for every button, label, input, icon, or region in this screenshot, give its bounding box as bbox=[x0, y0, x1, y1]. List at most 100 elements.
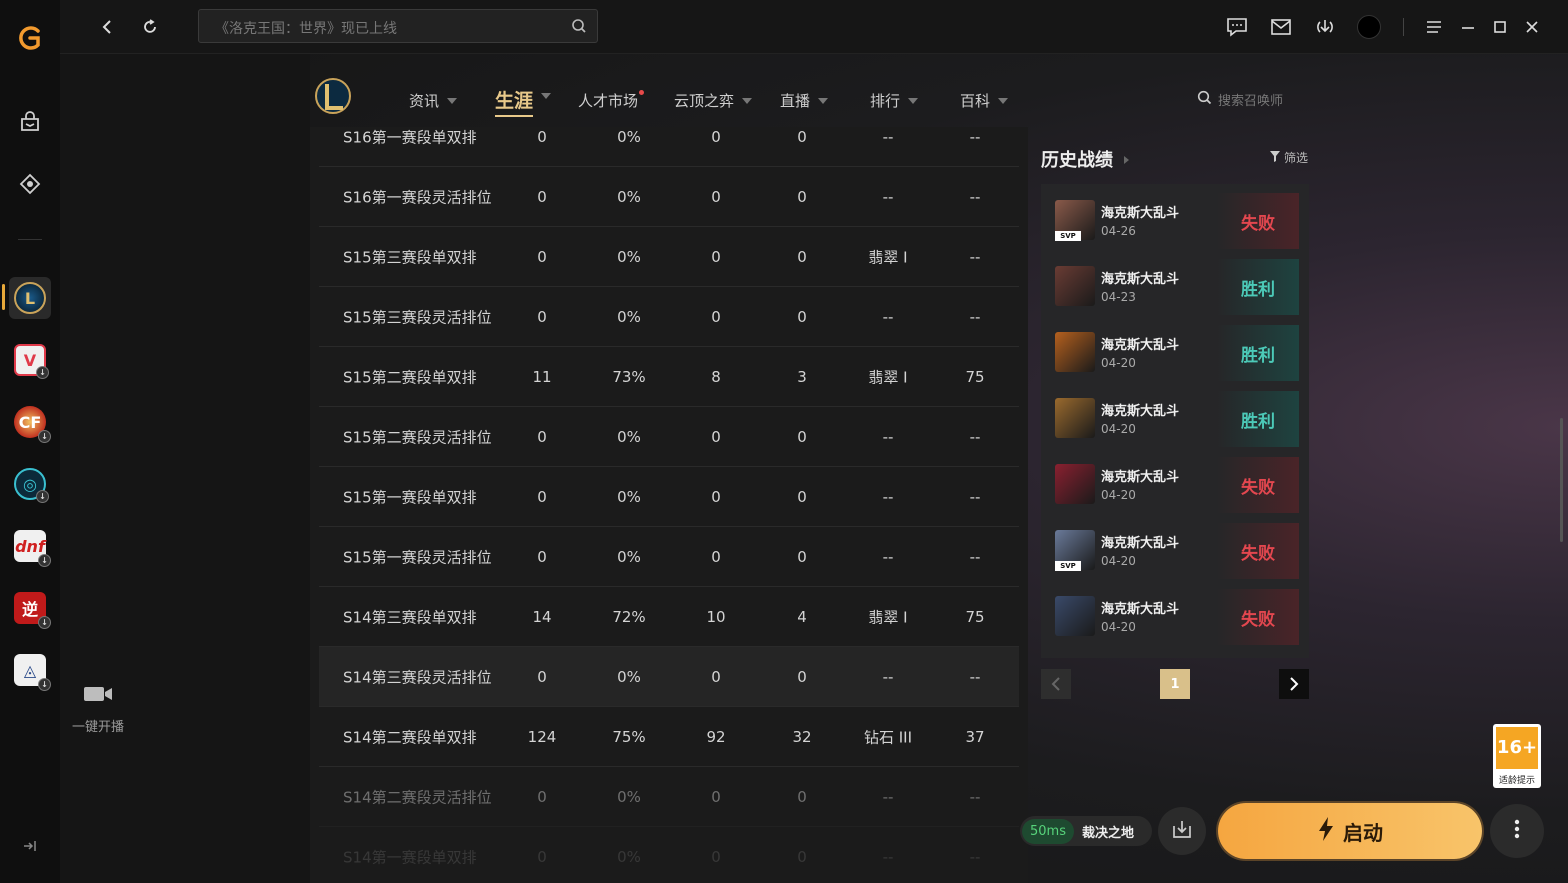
cell-text: 0% bbox=[617, 847, 641, 866]
table-row[interactable]: S15第一赛段单双排 0 0% 0 0 -- -- bbox=[319, 467, 1019, 527]
nav-tft[interactable]: 云顶之弈 bbox=[674, 90, 753, 111]
more-options-button[interactable] bbox=[1490, 804, 1544, 858]
season-name-cell: S15第三赛段单双排 bbox=[343, 246, 477, 267]
search-icon[interactable] bbox=[571, 18, 587, 38]
active-indicator bbox=[2, 284, 5, 310]
expand-sidebar-icon[interactable] bbox=[9, 825, 51, 867]
season-stats-table: S16第一赛段单双排 0 0% 0 0 -- -- S16第一赛段灵活排位 0 0% 0 0 -- -- S… bbox=[310, 127, 1028, 883]
table-row[interactable]: S15第二赛段单双排 11 73% 8 3 翡翠 I 75 bbox=[319, 347, 1019, 407]
nav-ranking[interactable]: 排行 bbox=[870, 90, 919, 111]
table-row[interactable]: S15第三赛段单双排 0 0% 0 0 翡翠 I -- bbox=[319, 227, 1019, 287]
cell-text: 0 bbox=[711, 547, 721, 566]
game-crossfire-icon[interactable]: CF ↓ bbox=[9, 401, 51, 443]
match-date: 04-20 bbox=[1101, 356, 1136, 370]
nav-career[interactable]: 生涯 bbox=[495, 86, 534, 117]
download-manager-icon[interactable] bbox=[1312, 14, 1338, 40]
nav-tft-label: 云顶之弈 bbox=[674, 92, 735, 110]
champion-avatar bbox=[1055, 398, 1095, 438]
one-click-stream-button[interactable]: 一键开播 bbox=[70, 684, 126, 735]
table-row[interactable]: S14第三赛段单双排 14 72% 10 4 翡翠 I 75 bbox=[319, 587, 1019, 647]
match-item[interactable]: 海克斯大乱斗 04-20 失败 bbox=[1041, 580, 1309, 646]
season-name-cell: S15第二赛段单双排 bbox=[343, 366, 477, 387]
close-icon[interactable] bbox=[1519, 14, 1545, 40]
game-warframe-icon[interactable]: ◬ ↓ bbox=[9, 649, 51, 691]
cell-text: S15第二赛段单双排 bbox=[343, 368, 477, 386]
history-title[interactable]: 历史战绩 bbox=[1041, 146, 1131, 172]
minimize-icon[interactable] bbox=[1455, 14, 1481, 40]
table-row[interactable]: S16第一赛段灵活排位 0 0% 0 0 -- -- bbox=[319, 167, 1019, 227]
cell-text: S15第一赛段灵活排位 bbox=[343, 548, 492, 566]
cell-text: 0 bbox=[711, 247, 721, 266]
menu-icon[interactable] bbox=[1421, 14, 1447, 40]
lightning-icon bbox=[1317, 817, 1335, 845]
next-page-button[interactable] bbox=[1279, 669, 1309, 699]
back-icon[interactable] bbox=[94, 14, 120, 40]
lol-logo-icon[interactable] bbox=[313, 76, 353, 116]
cell-text: 钻石 III bbox=[863, 728, 913, 746]
match-item[interactable]: SVP 海克斯大乱斗 04-26 失败 bbox=[1041, 184, 1309, 250]
refresh-icon[interactable] bbox=[137, 14, 163, 40]
game-delta-icon[interactable]: ◎ ↓ bbox=[9, 463, 51, 505]
cell-text: -- bbox=[882, 307, 894, 326]
global-search-input[interactable]: 《洛克王国：世界》现已上线 bbox=[198, 9, 598, 43]
chevron-down-icon bbox=[447, 97, 458, 104]
table-row[interactable]: S15第一赛段灵活排位 0 0% 0 0 -- -- bbox=[319, 527, 1019, 587]
page-scrollbar[interactable] bbox=[1560, 418, 1563, 542]
table-row[interactable]: S15第二赛段灵活排位 0 0% 0 0 -- -- bbox=[319, 407, 1019, 467]
match-result: 失败 bbox=[1217, 193, 1299, 249]
cell-text: 0 bbox=[537, 247, 547, 266]
season-name-cell: S14第三赛段单双排 bbox=[343, 606, 477, 627]
cell-text: 73% bbox=[612, 367, 646, 386]
nav-live[interactable]: 直播 bbox=[780, 90, 829, 111]
app-logo-icon[interactable] bbox=[9, 17, 51, 59]
message-icon[interactable] bbox=[1224, 14, 1250, 40]
filter-button[interactable]: 筛选 bbox=[1270, 149, 1308, 166]
cell-text: -- bbox=[882, 547, 894, 566]
avatar[interactable] bbox=[1356, 14, 1382, 40]
game-lol-icon[interactable]: L bbox=[9, 277, 51, 319]
match-item[interactable]: 海克斯大乱斗 04-20 失败 bbox=[1041, 448, 1309, 514]
nav-talent-label: 人才市场 bbox=[578, 92, 639, 110]
nav-talent-market[interactable]: 人才市场 bbox=[578, 90, 645, 111]
cell-text: 0% bbox=[617, 667, 641, 686]
game-library-icon[interactable] bbox=[9, 163, 51, 205]
download-button[interactable] bbox=[1158, 807, 1206, 855]
launch-button[interactable]: 启动 bbox=[1218, 803, 1482, 859]
match-item[interactable]: 海克斯大乱斗 04-23 胜利 bbox=[1041, 250, 1309, 316]
svp-badge: SVP bbox=[1055, 561, 1081, 571]
table-row[interactable]: S14第二赛段单双排 124 75% 92 32 钻石 III 37 bbox=[319, 707, 1019, 767]
game-dnf-icon[interactable]: dnf ↓ bbox=[9, 525, 51, 567]
nav-news[interactable]: 资讯 bbox=[409, 90, 458, 111]
history-title-text: 历史战绩 bbox=[1041, 150, 1113, 171]
page-number[interactable]: 1 bbox=[1160, 669, 1190, 699]
match-item[interactable]: SVP 海克斯大乱斗 04-20 失败 bbox=[1041, 514, 1309, 580]
age-rating-badge[interactable]: 16+ 适龄提示 bbox=[1493, 724, 1541, 788]
cell-text: 0 bbox=[537, 487, 547, 506]
game-nizhan-icon[interactable]: 逆 ↓ bbox=[9, 587, 51, 629]
cell-text: 0 bbox=[711, 187, 721, 206]
chevron-down-icon bbox=[998, 97, 1009, 104]
cell-text: 0 bbox=[711, 847, 721, 866]
cell-text: S15第三赛段灵活排位 bbox=[343, 308, 492, 326]
mail-icon[interactable] bbox=[1268, 14, 1294, 40]
prev-page-button[interactable] bbox=[1041, 669, 1071, 699]
table-row[interactable]: S16第一赛段单双排 0 0% 0 0 -- -- bbox=[319, 127, 1019, 167]
store-icon[interactable] bbox=[9, 101, 51, 143]
launch-label: 启动 bbox=[1343, 820, 1383, 845]
match-item[interactable]: 海克斯大乱斗 04-20 胜利 bbox=[1041, 316, 1309, 382]
season-name-cell: S16第一赛段单双排 bbox=[343, 127, 477, 147]
cell-text: 124 bbox=[527, 727, 557, 746]
summoner-search-input[interactable]: 搜索召唤师 bbox=[1197, 90, 1283, 109]
table-row[interactable]: S14第三赛段灵活排位 0 0% 0 0 -- -- bbox=[319, 647, 1019, 707]
table-row[interactable]: S15第三赛段灵活排位 0 0% 0 0 -- -- bbox=[319, 287, 1019, 347]
match-item[interactable]: 海克斯大乱斗 04-20 胜利 bbox=[1041, 382, 1309, 448]
game-valorant-icon[interactable]: V ↓ bbox=[9, 339, 51, 381]
table-row[interactable]: S14第二赛段灵活排位 0 0% 0 0 -- -- bbox=[319, 767, 1019, 827]
match-result: 胜利 bbox=[1217, 325, 1299, 381]
server-status[interactable]: 50ms 裁决之地 bbox=[1020, 816, 1152, 846]
table-row[interactable]: S14第一赛段单双排 0 0% 0 0 -- -- bbox=[319, 827, 1019, 883]
filter-icon bbox=[1270, 150, 1280, 165]
maximize-icon[interactable] bbox=[1487, 14, 1513, 40]
cell-text: -- bbox=[969, 547, 981, 566]
nav-wiki[interactable]: 百科 bbox=[960, 90, 1009, 111]
